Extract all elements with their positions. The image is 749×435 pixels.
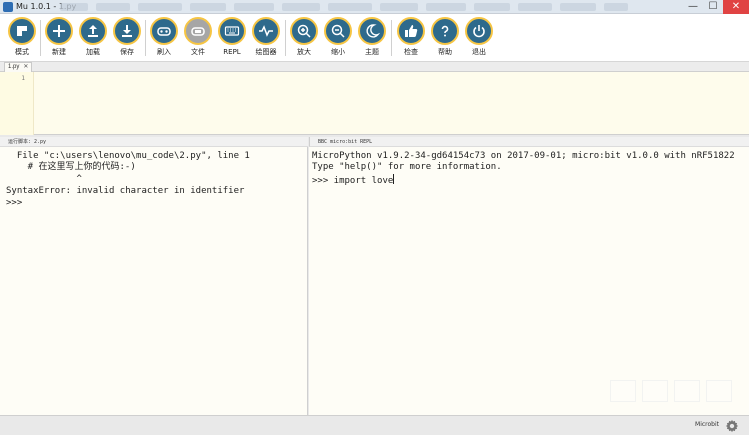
background-tab-ghost [380, 3, 418, 11]
output-line: File "c:\users\lenovo\mu_code\2.py", lin… [6, 151, 250, 161]
zoom-out-icon [324, 17, 352, 45]
download-icon [113, 17, 141, 45]
background-tab-ghost [328, 3, 372, 11]
title-bar: Mu 1.0.1 - 1.py — ☐ ✕ [0, 0, 749, 14]
plus-icon [45, 17, 73, 45]
run-output-pane[interactable]: File "c:\users\lenovo\mu_code\2.py", lin… [0, 147, 308, 415]
watermark-shape [642, 380, 668, 402]
mode-icon [8, 17, 36, 45]
plotter-button[interactable]: 绘图器 [251, 17, 281, 59]
flash-icon [150, 17, 178, 45]
output-line: SyntaxError: invalid character in identi… [6, 186, 245, 196]
repl-line: MicroPython v1.9.2-34-gd64154c73 on 2017… [312, 151, 735, 161]
close-window-button[interactable]: ✕ [723, 0, 749, 14]
line-number: 1 [21, 75, 25, 82]
run-pane-header: 运行脚本: 2.py [0, 137, 308, 147]
power-icon [465, 17, 493, 45]
background-tab-ghost [282, 3, 320, 11]
maximize-button[interactable]: ☐ [703, 0, 723, 14]
status-bar: Microbit [0, 415, 749, 435]
line-number-gutter: 1 [0, 72, 34, 135]
theme-button[interactable]: 主题 [357, 17, 387, 59]
watermark-shape [706, 380, 732, 402]
question-icon [431, 17, 459, 45]
file-tab-bar: 1.py ✕ [0, 62, 749, 72]
file-tab-label: 1.py [8, 64, 20, 70]
background-tab-ghost [96, 3, 130, 11]
files-icon [184, 17, 212, 45]
watermark-shape [674, 380, 700, 402]
watermark-shape [610, 380, 636, 402]
output-line: # 在这里写上你的代码:-) [6, 162, 136, 172]
text-cursor [393, 174, 395, 184]
output-line: ^ [6, 174, 82, 184]
prompt-line: >>> [6, 198, 23, 208]
pulse-icon [252, 17, 280, 45]
background-tab-ghost [426, 3, 466, 11]
background-tab-ghost [474, 3, 510, 11]
code-editor[interactable]: 1 [0, 72, 749, 135]
mode-indicator[interactable]: Microbit [695, 421, 719, 428]
window-controls: — ☐ ✕ [683, 0, 749, 14]
mode-button[interactable]: 模式 [7, 17, 37, 59]
background-tab-ghost [234, 3, 274, 11]
quit-label: 退出 [472, 48, 486, 56]
mu-app-icon [3, 2, 13, 12]
background-tab-ghost [60, 3, 88, 11]
thumbs-up-icon [397, 17, 425, 45]
keyboard-icon [218, 17, 246, 45]
repl-pane-header: BBC micro:bit REPL [309, 137, 749, 147]
background-tab-ghost [138, 3, 182, 11]
watermark [610, 380, 740, 408]
repl-input-line[interactable]: >>> import love [312, 174, 395, 188]
minimize-button[interactable]: — [683, 0, 703, 14]
repl-input-text: >>> import love [312, 176, 394, 186]
file-tab[interactable]: 1.py ✕ [4, 62, 33, 72]
background-tab-ghost [190, 3, 226, 11]
background-tab-ghost [518, 3, 552, 11]
gear-icon[interactable] [725, 419, 739, 433]
close-tab-icon[interactable]: ✕ [23, 63, 28, 72]
background-tab-ghost [560, 3, 596, 11]
zoom-in-icon [290, 17, 318, 45]
repl-pane[interactable]: MicroPython v1.9.2-34-gd64154c73 on 2017… [309, 147, 749, 415]
toolbar: 模式 新建 加载 保存 刷入 文件 REPL 绘图器 放大 缩小 主题 检查 帮… [0, 14, 749, 62]
moon-icon [358, 17, 386, 45]
background-tab-ghost [604, 3, 628, 11]
repl-line: Type "help()" for more information. [312, 162, 502, 172]
quit-button[interactable]: 退出 [464, 17, 494, 59]
upload-icon [79, 17, 107, 45]
save-button[interactable]: 保存 [112, 17, 142, 59]
